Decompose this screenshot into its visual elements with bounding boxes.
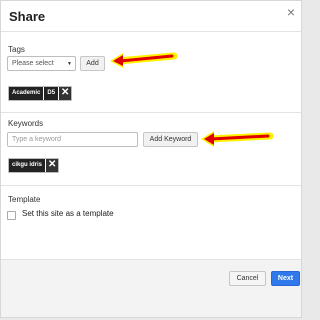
tag-chip-label: D5 (43, 87, 59, 100)
keywords-label: Keywords (8, 119, 44, 128)
add-tag-button[interactable]: Add (80, 56, 105, 71)
tags-label: Tags (8, 45, 25, 54)
keyword-chip: cikgu idris ✕ (8, 158, 60, 173)
template-checkbox[interactable] (7, 211, 16, 220)
share-dialog: Share × Tags Please select ▼ Add Academi… (0, 0, 302, 318)
dialog-title: Share (9, 9, 46, 24)
tag-chip: Academic D5 ✕ (8, 86, 73, 101)
tag-select[interactable]: Please select ▼ (7, 56, 76, 71)
dialog-footer (1, 259, 301, 317)
keyword-chip-label: cikgu idris (9, 159, 46, 172)
template-label: Template (8, 195, 41, 204)
tag-chip-label: Academic (9, 87, 44, 100)
keyword-input[interactable]: Type a keyword (7, 132, 138, 147)
divider (1, 112, 301, 113)
add-keyword-button[interactable]: Add Keyword (143, 132, 198, 147)
template-checkbox-label[interactable]: Set this site as a template (22, 209, 114, 218)
next-button[interactable]: Next (271, 271, 300, 286)
remove-tag-icon[interactable]: ✕ (58, 87, 72, 100)
remove-keyword-icon[interactable]: ✕ (45, 159, 59, 172)
tag-select-value: Please select (12, 60, 54, 67)
divider (1, 185, 301, 186)
annotation-arrow-icon (110, 52, 178, 68)
chevron-down-icon: ▼ (67, 61, 72, 67)
divider (1, 31, 301, 32)
annotation-arrow-icon (201, 131, 274, 147)
close-icon[interactable]: × (287, 5, 295, 19)
cancel-button[interactable]: Cancel (229, 271, 266, 286)
